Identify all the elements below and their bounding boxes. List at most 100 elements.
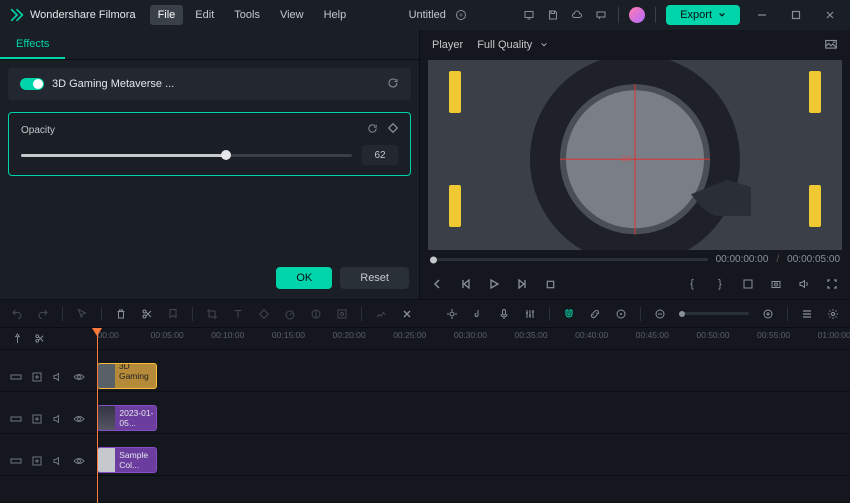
cloud-icon[interactable] — [570, 8, 584, 22]
text-tool[interactable] — [231, 307, 245, 321]
crop-icon[interactable] — [740, 276, 756, 292]
ok-button[interactable]: OK — [276, 267, 332, 289]
crop-tool[interactable] — [205, 307, 219, 321]
ruler-label: 00:15:00 — [272, 330, 305, 340]
view-mode-button[interactable] — [800, 307, 814, 321]
color-tool[interactable] — [309, 307, 323, 321]
track-add-icon[interactable] — [31, 371, 43, 383]
export-button[interactable]: Export — [666, 5, 740, 25]
clip-color[interactable]: Sample Col... — [97, 447, 157, 473]
video-preview[interactable]: 0X — [428, 60, 842, 250]
settings-icon[interactable] — [826, 307, 840, 321]
track-visibility-icon[interactable] — [73, 371, 85, 383]
track-add-icon[interactable] — [31, 455, 43, 467]
param-reset-icon[interactable] — [367, 123, 378, 137]
zoom-out-button[interactable] — [653, 307, 667, 321]
fullscreen-icon[interactable] — [824, 276, 840, 292]
reset-button[interactable]: Reset — [340, 267, 409, 289]
device-icon[interactable] — [522, 8, 536, 22]
keyframe-icon[interactable] — [388, 123, 398, 137]
user-avatar[interactable] — [629, 7, 645, 23]
zoom-slider[interactable] — [679, 312, 749, 315]
scrub-bar: 00:00:00:00 / 00:00:05:00 — [420, 250, 850, 269]
expand-tool[interactable] — [400, 307, 414, 321]
track-lane[interactable]: 2023-01-05... — [92, 404, 850, 433]
magnetic-tool[interactable] — [562, 307, 576, 321]
menu-help[interactable]: Help — [316, 5, 355, 25]
menu-tools[interactable]: Tools — [226, 5, 268, 25]
quality-dropdown[interactable]: Full Quality — [477, 39, 548, 51]
mic-tool[interactable] — [497, 307, 511, 321]
split-tool[interactable] — [140, 307, 154, 321]
total-time: 00:00:05:00 — [787, 254, 840, 265]
timeline: 00:00 00:05:00 00:10:00 00:15:00 00:20:0… — [0, 299, 850, 501]
mix-tool[interactable] — [445, 307, 459, 321]
track-expand-icon[interactable] — [10, 413, 22, 425]
prev-frame-button[interactable] — [430, 276, 446, 292]
track-video: 2023-01-05... — [0, 404, 850, 434]
menu-view[interactable]: View — [272, 5, 312, 25]
window-maximize-button[interactable] — [784, 3, 808, 27]
mixer-tool[interactable] — [523, 307, 537, 321]
volume-icon[interactable] — [796, 276, 812, 292]
render-tool[interactable] — [374, 307, 388, 321]
tracks-area: 3D Gaming ... 2023-01-05... — [0, 350, 850, 501]
track-visibility-icon[interactable] — [73, 455, 85, 467]
scrub-track[interactable] — [430, 258, 708, 261]
refresh-icon[interactable] — [387, 77, 399, 92]
link-tool[interactable] — [588, 307, 602, 321]
slider-thumb[interactable] — [221, 150, 231, 160]
sync-tool[interactable] — [614, 307, 628, 321]
delete-tool[interactable] — [114, 307, 128, 321]
clip-label: 2023-01-05... — [119, 408, 156, 428]
marker-tool[interactable] — [166, 307, 180, 321]
time-ruler[interactable]: 00:00 00:05:00 00:10:00 00:15:00 00:20:0… — [92, 328, 850, 349]
ruler-label: 00:55:00 — [757, 330, 790, 340]
snapshot-icon[interactable] — [824, 37, 838, 54]
chevron-down-icon — [718, 11, 726, 19]
track-expand-icon[interactable] — [10, 455, 22, 467]
audio-tool[interactable] — [471, 307, 485, 321]
opacity-slider[interactable] — [21, 154, 352, 157]
green-screen-tool[interactable] — [335, 307, 349, 321]
clip-video[interactable]: 2023-01-05... — [97, 405, 157, 431]
mark-out-button[interactable]: } — [712, 276, 728, 292]
undo-button[interactable] — [10, 307, 24, 321]
redo-button[interactable] — [36, 307, 50, 321]
keyframe-tool[interactable] — [257, 307, 271, 321]
menu-file[interactable]: File — [150, 5, 184, 25]
cloud-sync-icon[interactable] — [454, 8, 468, 22]
opacity-value[interactable]: 62 — [362, 145, 398, 165]
ruler-label: 00:10:00 — [211, 330, 244, 340]
play-button[interactable] — [486, 276, 502, 292]
player-label: Player — [432, 39, 463, 51]
window-close-button[interactable] — [818, 3, 842, 27]
speed-tool[interactable] — [283, 307, 297, 321]
clip-fx[interactable]: 3D Gaming ... — [97, 363, 157, 389]
window-minimize-button[interactable] — [750, 3, 774, 27]
menu-edit[interactable]: Edit — [187, 5, 222, 25]
track-lane[interactable]: Sample Col... — [92, 446, 850, 475]
track-header-pin-icon[interactable] — [10, 332, 24, 346]
save-icon[interactable] — [546, 8, 560, 22]
zoom-in-button[interactable] — [761, 307, 775, 321]
tab-effects[interactable]: Effects — [0, 30, 65, 59]
track-add-icon[interactable] — [31, 413, 43, 425]
step-forward-button[interactable] — [514, 276, 530, 292]
pointer-tool[interactable] — [75, 307, 89, 321]
track-header-cut-icon[interactable] — [32, 332, 46, 346]
export-label: Export — [680, 9, 712, 21]
stop-button[interactable] — [542, 276, 558, 292]
track-mute-icon[interactable] — [52, 371, 64, 383]
step-back-button[interactable] — [458, 276, 474, 292]
track-visibility-icon[interactable] — [73, 413, 85, 425]
mark-in-button[interactable]: { — [684, 276, 700, 292]
track-mute-icon[interactable] — [52, 413, 64, 425]
effect-toggle[interactable] — [20, 78, 44, 90]
track-lane[interactable]: 3D Gaming ... — [92, 362, 850, 391]
track-expand-icon[interactable] — [10, 371, 22, 383]
track-mute-icon[interactable] — [52, 455, 64, 467]
clip-label: 3D Gaming ... — [119, 363, 156, 389]
message-icon[interactable] — [594, 8, 608, 22]
camera-icon[interactable] — [768, 276, 784, 292]
